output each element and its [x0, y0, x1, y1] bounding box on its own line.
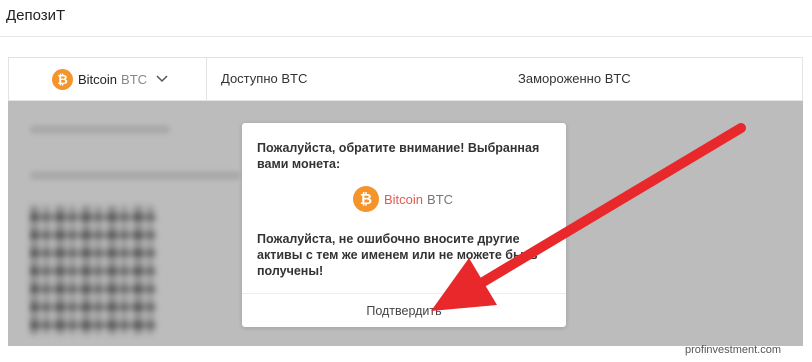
page-title: ДепозиТ — [6, 7, 66, 24]
coin-name: Bitcoin — [78, 71, 118, 87]
title-divider — [0, 36, 812, 37]
blurred-address-value — [30, 171, 240, 180]
modal-warning-text: Пожалуйста, не ошибочно вносите другие а… — [257, 232, 538, 278]
bitcoin-icon: ₿ — [353, 186, 379, 212]
coin-selector[interactable]: ₿ Bitcoin BTC — [9, 58, 207, 100]
modal-notice-text: Пожалуйста, обратите внимание! Выбранная… — [257, 141, 540, 171]
modal-coin-ticker: BTC — [427, 191, 454, 207]
bitcoin-icon: ₿ — [52, 68, 73, 90]
deposit-header: ₿ Bitcoin BTC Доступно BTC Замороженно B… — [8, 57, 803, 101]
watermark: profinvestment.com — [685, 344, 781, 356]
coin-ticker: BTC — [121, 71, 148, 87]
chevron-down-icon — [156, 75, 168, 83]
confirm-button[interactable]: Подтвердить — [242, 294, 566, 327]
blurred-address-label — [30, 125, 170, 134]
frozen-balance-label: Замороженно BTC — [518, 71, 631, 86]
modal-coin: ₿ Bitcoin BTC — [353, 186, 453, 212]
blurred-qr-code — [30, 205, 156, 335]
modal-coin-name: Bitcoin — [384, 191, 424, 207]
available-balance-label: Доступно BTC — [221, 71, 308, 86]
confirmation-modal: Пожалуйста, обратите внимание! Выбранная… — [242, 123, 566, 327]
